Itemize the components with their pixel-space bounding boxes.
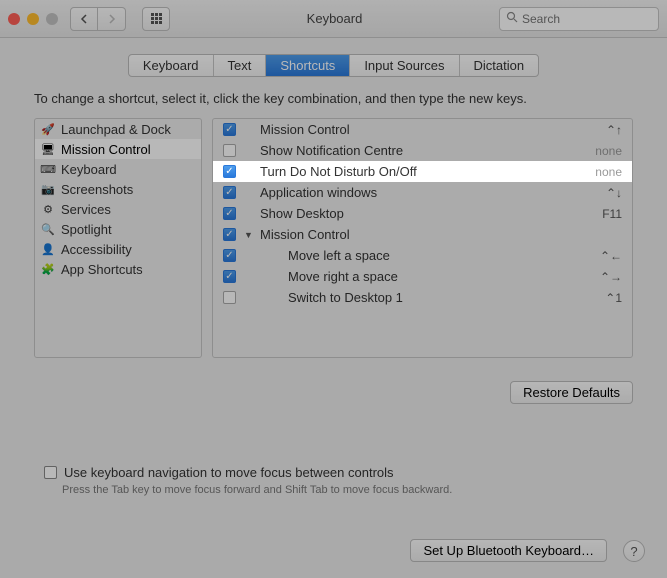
tab-input-sources[interactable]: Input Sources — [350, 55, 459, 76]
show-all-button[interactable] — [142, 7, 170, 31]
shortcut-label: Application windows — [260, 185, 598, 200]
shortcut-row[interactable]: ✓ ▼ Mission Control — [213, 224, 632, 245]
shortcut-key[interactable]: none — [595, 144, 622, 158]
shortcut-list: ✓ Mission Control ⌃↑ Show Notification Cent… — [212, 118, 633, 358]
shortcut-row[interactable]: ✓ Move left a space ⌃← — [213, 245, 632, 266]
shortcut-label: Move left a space — [288, 248, 592, 263]
category-icon: 👤 — [41, 242, 55, 256]
shortcut-label: Move right a space — [288, 269, 592, 284]
sidebar-item-accessibility[interactable]: 👤 Accessibility — [35, 239, 201, 259]
shortcut-key[interactable]: ⌃1 — [605, 291, 622, 305]
shortcut-label: Show Notification Centre — [260, 143, 587, 158]
keyboard-nav-label: Use keyboard navigation to move focus be… — [64, 465, 394, 480]
shortcut-key[interactable]: none — [595, 165, 622, 179]
shortcut-label: Switch to Desktop 1 — [288, 290, 597, 305]
traffic-lights — [8, 13, 58, 25]
sidebar-item-label: Services — [61, 202, 111, 217]
category-icon: 🧩 — [41, 262, 55, 276]
sidebar-item-spotlight[interactable]: 🔍 Spotlight — [35, 219, 201, 239]
keyboard-nav-checkbox[interactable] — [44, 466, 57, 479]
sidebar-item-mission-control[interactable]: 🖥 Mission Control — [35, 139, 201, 159]
category-sidebar: 🚀 Launchpad & Dock 🖥 Mission Control ⌨ Keyboa… — [34, 118, 202, 358]
category-icon: ⚙ — [41, 202, 55, 216]
tab-shortcuts[interactable]: Shortcuts — [266, 55, 350, 76]
minimize-window-button[interactable] — [27, 13, 39, 25]
setup-bluetooth-button[interactable]: Set Up Bluetooth Keyboard… — [410, 539, 607, 562]
shortcut-row[interactable]: Show Notification Centre none — [213, 140, 632, 161]
shortcut-checkbox[interactable]: ✓ — [223, 270, 236, 283]
category-icon: 📷 — [41, 182, 55, 196]
sidebar-item-label: Mission Control — [61, 142, 151, 157]
category-icon: 🖥 — [41, 142, 55, 156]
shortcut-checkbox[interactable] — [223, 291, 236, 304]
shortcut-checkbox[interactable]: ✓ — [223, 186, 236, 199]
shortcut-row[interactable]: ✓ Show Desktop F11 — [213, 203, 632, 224]
shortcut-row[interactable]: ✓ Mission Control ⌃↑ — [213, 119, 632, 140]
search-icon — [506, 11, 518, 26]
shortcut-label: Mission Control — [260, 122, 598, 137]
tab-keyboard[interactable]: Keyboard — [129, 55, 214, 76]
keyboard-nav-help: Press the Tab key to move focus forward … — [62, 484, 452, 496]
shortcut-checkbox[interactable]: ✓ — [223, 249, 236, 262]
window-title: Keyboard — [176, 11, 493, 26]
disclosure-triangle-icon[interactable]: ▼ — [244, 230, 252, 240]
sidebar-item-label: Spotlight — [61, 222, 112, 237]
grid-icon — [151, 13, 162, 24]
category-icon: 🚀 — [41, 122, 55, 136]
back-button[interactable] — [70, 7, 98, 31]
tab-bar: KeyboardTextShortcutsInput SourcesDictat… — [34, 54, 633, 77]
shortcut-key[interactable]: ⌃← — [600, 249, 622, 263]
sidebar-item-label: Keyboard — [61, 162, 117, 177]
sidebar-item-label: Screenshots — [61, 182, 133, 197]
shortcut-checkbox[interactable]: ✓ — [223, 207, 236, 220]
search-field[interactable] — [499, 7, 659, 31]
sidebar-item-launchpad-dock[interactable]: 🚀 Launchpad & Dock — [35, 119, 201, 139]
shortcut-key[interactable]: ⌃↑ — [606, 123, 622, 137]
sidebar-item-screenshots[interactable]: 📷 Screenshots — [35, 179, 201, 199]
shortcut-checkbox[interactable] — [223, 144, 236, 157]
toolbar: Keyboard — [0, 0, 667, 38]
shortcut-checkbox[interactable]: ✓ — [223, 123, 236, 136]
restore-defaults-button[interactable]: Restore Defaults — [510, 381, 633, 404]
shortcut-key[interactable]: ⌃→ — [600, 270, 622, 284]
shortcut-row[interactable]: Switch to Desktop 1 ⌃1 — [213, 287, 632, 308]
sidebar-item-label: Accessibility — [61, 242, 132, 257]
shortcut-label: Turn Do Not Disturb On/Off — [260, 164, 587, 179]
search-input[interactable] — [522, 12, 652, 26]
instruction-text: To change a shortcut, select it, click t… — [34, 91, 633, 106]
zoom-window-button[interactable] — [46, 13, 58, 25]
shortcut-key[interactable]: F11 — [602, 207, 622, 221]
shortcut-row[interactable]: ✓ Move right a space ⌃→ — [213, 266, 632, 287]
category-icon: 🔍 — [41, 222, 55, 236]
close-window-button[interactable] — [8, 13, 20, 25]
shortcut-row[interactable]: ✓ Application windows ⌃↓ — [213, 182, 632, 203]
shortcut-checkbox[interactable]: ✓ — [223, 165, 236, 178]
sidebar-item-services[interactable]: ⚙ Services — [35, 199, 201, 219]
sidebar-item-label: App Shortcuts — [61, 262, 143, 277]
keyboard-nav-checkbox-row[interactable]: Use keyboard navigation to move focus be… — [44, 465, 394, 480]
help-button[interactable]: ? — [623, 540, 645, 562]
category-icon: ⌨ — [41, 162, 55, 176]
forward-button[interactable] — [98, 7, 126, 31]
shortcut-label: Show Desktop — [260, 206, 594, 221]
shortcut-key[interactable]: ⌃↓ — [606, 186, 622, 200]
sidebar-item-app-shortcuts[interactable]: 🧩 App Shortcuts — [35, 259, 201, 279]
sidebar-item-label: Launchpad & Dock — [61, 122, 171, 137]
sidebar-item-keyboard[interactable]: ⌨ Keyboard — [35, 159, 201, 179]
shortcut-checkbox[interactable]: ✓ — [223, 228, 236, 241]
tab-dictation[interactable]: Dictation — [460, 55, 539, 76]
shortcut-row[interactable]: ✓ Turn Do Not Disturb On/Off none — [213, 161, 632, 182]
shortcut-label: Mission Control — [260, 227, 614, 242]
tab-text[interactable]: Text — [214, 55, 267, 76]
